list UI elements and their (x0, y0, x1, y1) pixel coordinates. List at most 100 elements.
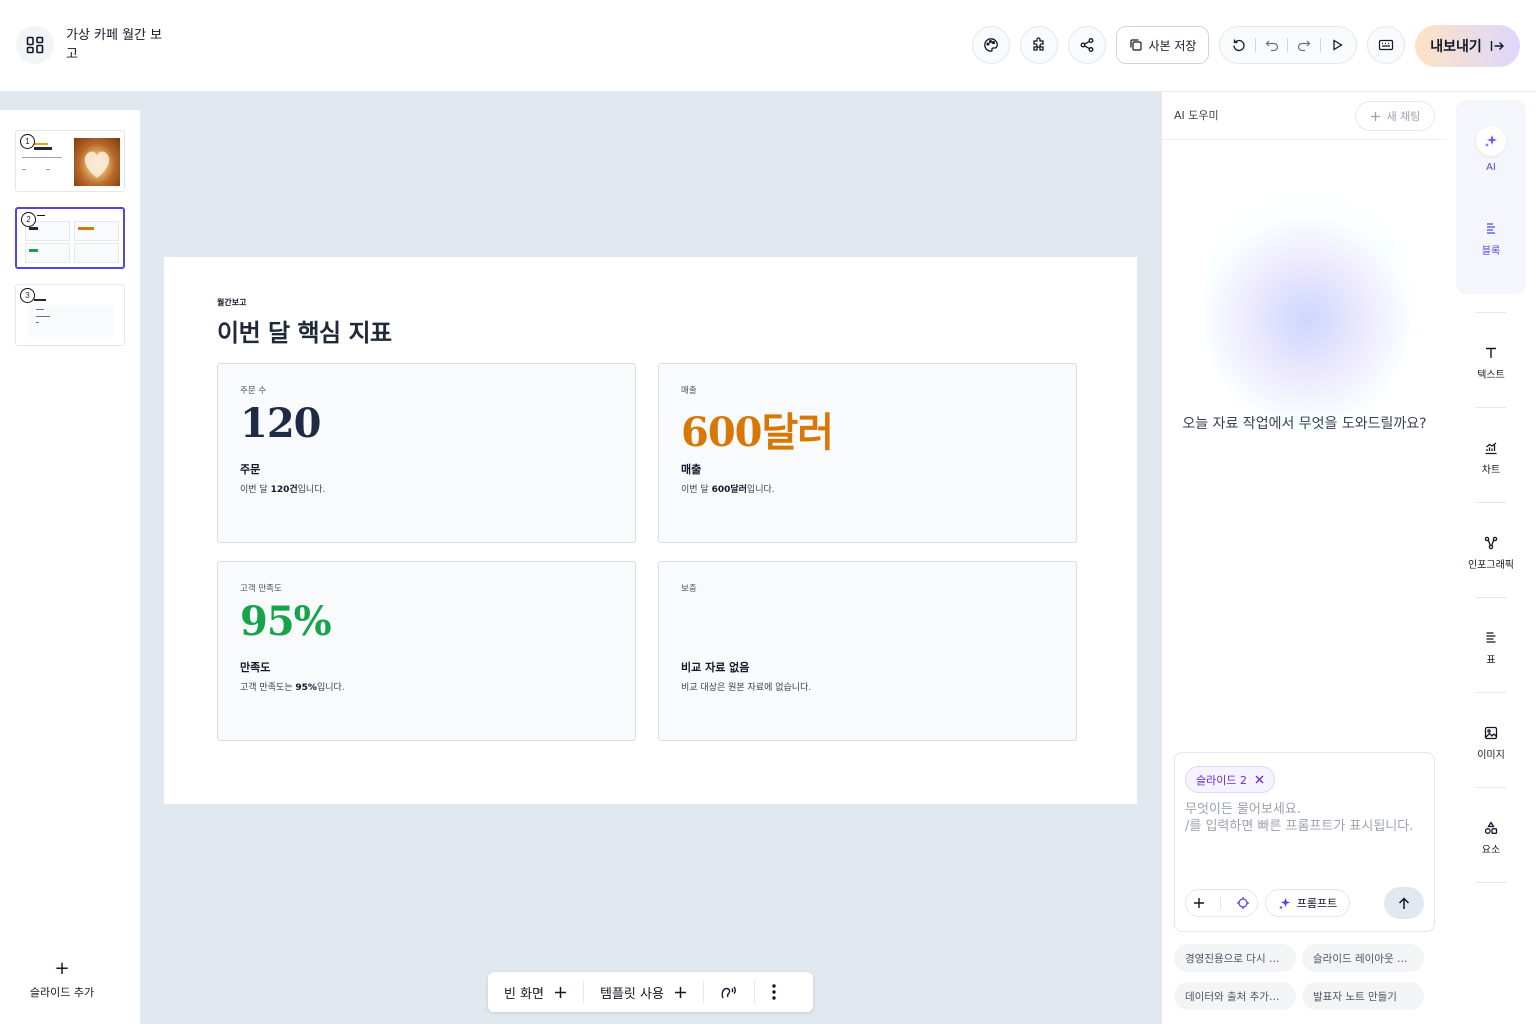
rail-item-blocks[interactable]: 블록 (1446, 222, 1536, 257)
rail-item-image[interactable]: 이미지 (1446, 726, 1536, 761)
plus-icon (674, 986, 686, 998)
card-description: 고객 만족도는 95%입니다. (240, 683, 345, 693)
slide-number: 1 (20, 134, 35, 149)
add-slide-button[interactable]: + 슬라이드 추가 (0, 960, 124, 1000)
voice-button[interactable] (704, 972, 754, 1012)
suggestion-chip[interactable]: 슬라이드 레이아웃 … (1302, 944, 1424, 972)
heart-latte-icon (84, 151, 110, 178)
slide-canvas[interactable]: 월간보고 이번 달 핵심 지표 주문 수 120 주문 이번 달 120건입니다… (164, 257, 1137, 804)
card-description: 이번 달 600달러입니다. (681, 485, 775, 495)
slide-title: 이번 달 핵심 지표 (217, 319, 392, 347)
card-description: 이번 달 120건입니다. (240, 485, 326, 495)
ai-panel-title: AI 도우미 (1174, 109, 1219, 122)
suggestion-chip[interactable]: 경영진용으로 다시 … (1174, 944, 1296, 972)
card-label: 매출 (681, 386, 697, 396)
card-heading: 주문 (240, 463, 261, 476)
slide-thumbnail-3[interactable]: 3 (15, 284, 125, 346)
close-icon[interactable] (1255, 775, 1264, 784)
keyboard-shortcuts-button[interactable] (1367, 26, 1405, 64)
prompt-label: 프롬프트 (1296, 897, 1338, 910)
image-icon (1484, 726, 1498, 740)
metric-card-satisfaction[interactable]: 고객 만족도 95% 만족도 고객 만족도는 95%입니다. (217, 561, 636, 741)
voice-icon (721, 986, 736, 999)
chart-icon (1485, 442, 1497, 455)
card-value: 600달러 (681, 409, 834, 456)
thumb-kicker-line (37, 215, 45, 216)
palette-icon (984, 38, 998, 52)
divider (1255, 38, 1257, 52)
rail-item-text[interactable]: 텍스트 (1446, 346, 1536, 381)
apps-grid-button[interactable] (16, 26, 54, 64)
new-chat-button[interactable]: 새 채팅 (1355, 101, 1435, 131)
thumb-text-line (22, 157, 62, 158)
rail-item-elements[interactable]: 요소 (1446, 821, 1536, 856)
metric-card-supplement[interactable]: 보충 비교 자료 없음 비교 대상은 원본 자료에 없습니다. (658, 561, 1077, 741)
slide-thumbnail-2[interactable]: 2 (15, 207, 125, 269)
slide-number: 2 (21, 212, 36, 227)
infographic-icon (1484, 536, 1498, 550)
text-icon (1486, 347, 1496, 358)
sparkle-icon (1278, 897, 1290, 909)
slide-thumbnail-1[interactable]: 1 (15, 130, 125, 192)
arrow-up-icon (1398, 896, 1410, 909)
prompt-button[interactable]: 프롬프트 (1265, 889, 1350, 917)
card-value: 95% (240, 598, 332, 645)
thumb-card (25, 243, 70, 263)
more-options-button[interactable] (755, 972, 793, 1012)
document-title[interactable]: 가상 카페 월간 보고 (66, 26, 166, 64)
shapes-icon (1484, 821, 1498, 834)
slide-number: 3 (20, 288, 35, 303)
rail-label: 블록 (1481, 246, 1501, 257)
chat-composer: 슬라이드 2 무엇이든 물어보세요. /를 입력하면 빠른 프롬프트가 표시됩니… (1174, 752, 1435, 932)
use-template-button[interactable]: 템플릿 사용 (584, 972, 703, 1012)
rail-label: 요소 (1481, 845, 1501, 856)
undo-icon[interactable] (1265, 38, 1279, 52)
redo-icon[interactable] (1297, 38, 1311, 52)
metric-card-revenue[interactable]: 매출 600달러 매출 이번 달 600달러입니다. (658, 363, 1077, 543)
keyboard-icon (1378, 39, 1394, 51)
divider (1476, 502, 1506, 503)
card-label: 고객 만족도 (240, 584, 282, 594)
refresh-icon[interactable] (1232, 38, 1246, 52)
rail-label: AI (1486, 162, 1496, 173)
suggestion-chip[interactable]: 발표자 노트 만들기 (1302, 982, 1424, 1010)
thumb-card (74, 243, 119, 263)
share-button[interactable] (1068, 26, 1106, 64)
export-button[interactable]: 내보내기 (1415, 25, 1520, 67)
divider (1476, 407, 1506, 408)
thumb-text-line (22, 169, 26, 170)
thumb-text-line (46, 169, 50, 170)
theme-button[interactable] (972, 26, 1010, 64)
rail-label: 차트 (1481, 465, 1501, 476)
new-chat-label: 새 채팅 (1386, 110, 1421, 123)
rail-label: 인포그래픽 (1468, 560, 1514, 571)
card-label: 주문 수 (240, 386, 267, 396)
context-chip[interactable]: 슬라이드 2 (1185, 766, 1275, 793)
target-icon[interactable] (1236, 896, 1250, 910)
rail-item-chart[interactable]: 차트 (1446, 441, 1536, 476)
divider (1319, 38, 1321, 52)
send-button[interactable] (1384, 887, 1424, 919)
plugin-button[interactable] (1020, 26, 1058, 64)
blank-slide-label: 빈 화면 (504, 986, 545, 1002)
rail-item-table[interactable]: 표 (1446, 631, 1536, 666)
slide-thumbnail-panel: 1 2 3 + 슬라이드 추가 (0, 110, 140, 1024)
save-copy-button[interactable]: 사본 저장 (1116, 26, 1209, 64)
more-vertical-icon (772, 984, 776, 1000)
add-slide-label: 슬라이드 추가 (29, 986, 95, 999)
slide-bottom-toolbar: 빈 화면 템플릿 사용 (488, 972, 813, 1012)
play-icon[interactable] (1330, 38, 1344, 52)
plus-icon[interactable] (1193, 897, 1205, 909)
suggestion-chip[interactable]: 데이터와 출처 추가… (1174, 982, 1296, 1010)
metric-card-orders[interactable]: 주문 수 120 주문 이번 달 120건입니다. (217, 363, 636, 543)
copy-icon (1129, 39, 1142, 51)
plus-icon (555, 986, 567, 998)
composer-tools (1185, 889, 1258, 917)
rail-item-infographic[interactable]: 인포그래픽 (1446, 536, 1536, 571)
chat-input[interactable]: 무엇이든 물어보세요. /를 입력하면 빠른 프롬프트가 표시됩니다. (1185, 801, 1413, 835)
export-arrow-icon (1490, 41, 1504, 51)
rail-item-ai[interactable]: AI (1446, 126, 1536, 173)
use-template-label: 템플릿 사용 (600, 986, 664, 1002)
slide-kicker: 월간보고 (217, 298, 247, 307)
blank-slide-button[interactable]: 빈 화면 (488, 972, 583, 1012)
